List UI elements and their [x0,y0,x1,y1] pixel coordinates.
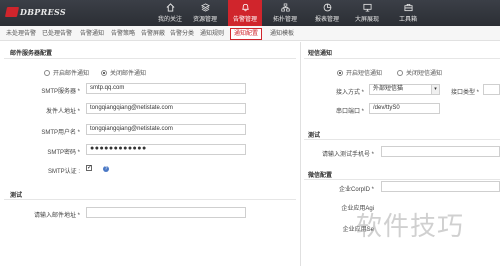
radio-icon [397,69,403,76]
test-email-label: 请输入邮件地址 * [33,213,80,219]
serial-port-input[interactable]: /dev/ttyS0 [369,103,440,114]
smtp-server-label: SMTP服务器 * [41,89,80,95]
smtp-auth-checkbox[interactable]: ✓ [86,165,92,171]
mail-section-title: 邮件服务器配置 [10,51,53,57]
port-type-label: 接口类型 * [450,90,479,96]
corp-id-input[interactable] [381,181,500,192]
nav-label: 拓扑管理 [272,17,297,23]
port-type-input[interactable] [483,84,500,95]
smtp-password-input[interactable]: ●●●●●●●●●●●● [86,144,246,155]
panel-divider [300,42,301,266]
nav-label: 工具箱 [398,17,417,23]
sms-section-title: 短信通知 [308,51,333,57]
sender-address-label: 发件人地址 * [45,109,80,115]
tab-alarm-categories[interactable]: 告警分类 [170,28,194,40]
radio-label: 关闭短信通知 [406,71,443,77]
tab-notification-templates[interactable]: 通知模板 [270,28,294,40]
nav-label: 报表管理 [314,17,339,23]
nav-item-toolbox[interactable]: 工具箱 [391,0,425,26]
nav-item-alarms[interactable]: 告警管理 [228,0,262,26]
smtp-username-input[interactable]: tongqiangqiang@netistate.com [86,124,246,135]
toolbox-icon [403,3,413,12]
smtp-password-label: SMTP密码 * [47,150,80,156]
tab-alarm-shield[interactable]: 告警屏蔽 [141,28,165,40]
logo-text: DBPRESS [20,7,66,17]
top-navbar: DBPRESS 我的关注 资源管理 告警管理 拓扑管理 报表管理 大屏展现 工具… [0,0,500,26]
nav-item-reports[interactable]: 报表管理 [310,0,344,26]
radio-selected-icon [337,69,343,76]
radio-label: 关闭邮件通知 [110,71,147,77]
nav-item-topology[interactable]: 拓扑管理 [268,0,302,26]
nav-item-my-focus[interactable]: 我的关注 [153,0,187,26]
tab-processed-alarms[interactable]: 已处理告警 [42,28,72,40]
access-mode-label: 接入方式 * [335,90,364,96]
smtp-auth-label: SMTP认证 : [47,169,80,175]
divider [304,179,500,180]
tab-unprocessed-alarms[interactable]: 未处理告警 [6,28,36,40]
access-mode-value: 外部短信猫 [373,86,404,92]
tab-notification-config[interactable]: 通知配置 [230,28,263,40]
report-icon [323,3,331,12]
divider [4,199,296,200]
test-phone-input[interactable] [381,146,500,157]
sub-tab-bar: 未处理告警 已处理告警 告警通知 告警策略 告警屏蔽 告警分类 通知规则 通知配… [0,26,500,41]
layers-icon [200,3,210,12]
nav-item-resources[interactable]: 资源管理 [188,0,222,26]
sender-address-input[interactable]: tongqiangqiang@netistate.com [86,103,246,114]
smtp-server-input[interactable]: smtp.qq.com [86,83,246,94]
sms-test-title: 测试 [308,133,321,139]
radio-label: 开启邮件通知 [53,71,90,77]
divider [4,58,296,59]
mail-test-title: 测试 [10,193,23,199]
access-mode-select[interactable]: 外部短信猫 ▾ [369,84,440,95]
sms-notify-on-radio[interactable]: 开启短信通知 [337,68,382,77]
nav-label: 大屏展现 [354,17,379,23]
radio-label: 开启短信通知 [346,71,383,77]
mail-notify-on-radio[interactable]: 开启邮件通知 [44,68,89,77]
tab-alarm-notifications[interactable]: 告警通知 [80,28,104,40]
test-email-input[interactable] [86,207,246,218]
topology-icon [280,3,290,12]
tab-alarm-policies[interactable]: 告警策略 [111,28,135,40]
logo-mark [4,7,20,17]
nav-label: 我的关注 [157,17,182,23]
bell-icon [241,3,249,12]
screen-icon [362,3,372,12]
sms-notify-off-radio[interactable]: 关闭短信通知 [397,68,442,77]
test-phone-label: 请输入测试手机号 * [321,152,374,158]
radio-selected-icon [101,69,107,76]
mail-notify-off-radio[interactable]: 关闭邮件通知 [101,68,146,77]
watermark-text: 软件技巧 [356,212,465,242]
serial-port-label: 串口端口 * [335,109,364,115]
radio-icon [44,69,50,76]
chevron-down-icon: ▾ [431,85,439,94]
divider [304,58,500,59]
help-icon[interactable]: ? [103,166,109,172]
nav-label: 资源管理 [192,17,217,23]
corp-id-label: 企业CorpID * [338,187,374,193]
wechat-section-title: 微信配置 [308,173,333,179]
tab-notification-rules[interactable]: 通知规则 [200,28,224,40]
divider [304,139,500,140]
smtp-username-label: SMTP用户名 * [41,130,80,136]
nav-item-big-screen[interactable]: 大屏展现 [350,0,384,26]
brand-logo: DBPRESS [4,6,66,18]
home-icon [166,3,174,12]
nav-label: 告警管理 [232,17,257,23]
